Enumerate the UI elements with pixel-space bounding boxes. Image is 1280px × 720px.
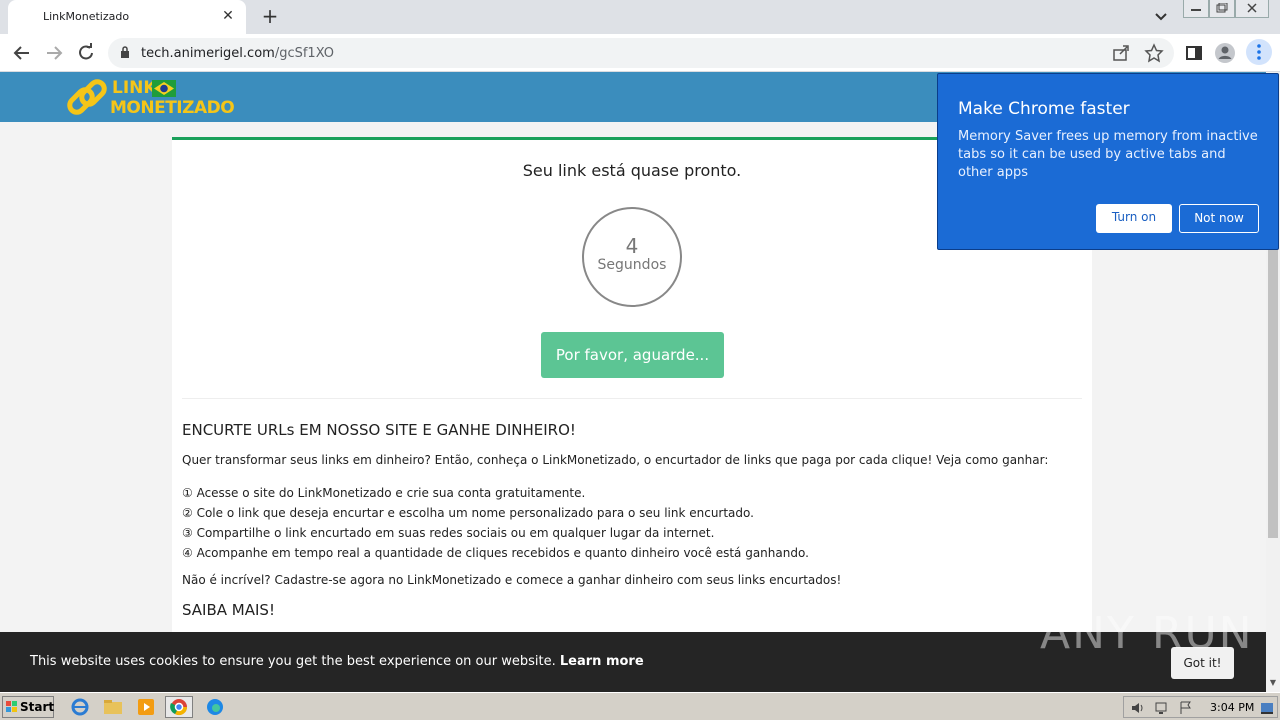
step-item: ② Cole o link que deseja encurtar e esco… <box>182 506 754 520</box>
countdown-timer: 4 Segundos <box>582 207 682 307</box>
volume-icon[interactable] <box>1130 700 1146 716</box>
system-tray: 3:04 PM <box>1123 696 1278 718</box>
start-button[interactable]: Start <box>2 696 54 718</box>
turn-on-button[interactable]: Turn on <box>1096 204 1172 233</box>
taskbar-clock[interactable]: 3:04 PM <box>1210 701 1254 714</box>
network-icon[interactable] <box>1154 700 1170 716</box>
forward-arrow-icon[interactable] <box>42 41 66 65</box>
tab-title: LinkMonetizado <box>43 10 130 23</box>
show-desktop-icon[interactable] <box>1260 701 1274 715</box>
browser-tab[interactable]: LinkMonetizado ✕ <box>8 0 246 34</box>
logo-text-monetizado: MONETIZADO <box>110 98 235 118</box>
side-panel-icon[interactable] <box>1183 42 1205 64</box>
windows-logo-icon <box>6 701 17 712</box>
url-text: tech.animerigel.com/gcSf1XO <box>141 46 334 61</box>
bubble-body: Memory Saver frees up memory from inacti… <box>958 129 1258 180</box>
action-center-flag-icon[interactable] <box>1178 700 1194 716</box>
outro-paragraph: Não é incrível? Cadastre-se agora no Lin… <box>182 573 842 587</box>
bookmark-star-icon[interactable] <box>1143 42 1165 64</box>
divider <box>182 398 1082 399</box>
cookie-message: This website uses cookies to ensure you … <box>30 654 644 669</box>
steps-list: ① Acesse o site do LinkMonetizado e crie… <box>182 483 809 563</box>
back-arrow-icon[interactable] <box>10 41 34 65</box>
cookie-text: This website uses cookies to ensure you … <box>30 654 556 669</box>
new-tab-button[interactable]: + <box>258 5 282 29</box>
countdown-label: Segundos <box>597 257 667 273</box>
close-window-icon[interactable] <box>1235 0 1269 18</box>
chrome-menu-icon[interactable] <box>1246 39 1272 65</box>
profile-avatar-icon[interactable] <box>1214 42 1236 64</box>
minimize-window-icon[interactable] <box>1183 0 1209 18</box>
lock-icon[interactable] <box>120 46 130 59</box>
earn-heading: ENCURTE URLs EM NOSSO SITE E GANHE DINHE… <box>182 421 576 439</box>
chrome-taskbar-icon[interactable] <box>165 696 193 718</box>
intro-paragraph: Quer transformar seus links em dinheiro?… <box>182 453 1049 467</box>
windows-taskbar: Start 3:04 PM <box>0 692 1280 720</box>
memory-saver-bubble: Make Chrome faster Memory Saver frees up… <box>937 73 1279 250</box>
cookie-learn-more-link[interactable]: Learn more <box>560 654 644 669</box>
step-item: ③ Compartilhe o link encurtado em suas r… <box>182 526 715 540</box>
site-logo[interactable]: LINK MONETIZADO <box>64 74 235 122</box>
share-icon[interactable] <box>1110 42 1132 64</box>
tab-strip: LinkMonetizado ✕ + <box>0 0 1280 34</box>
step-item: ④ Acompanhe em tempo real a quantidade d… <box>182 546 809 560</box>
file-explorer-icon[interactable] <box>101 696 125 718</box>
scroll-down-arrow-icon[interactable]: ▼ <box>1266 676 1280 690</box>
edge-icon[interactable] <box>203 696 227 718</box>
restore-window-icon[interactable] <box>1209 0 1235 18</box>
tab-search-chevron-icon[interactable] <box>1151 8 1171 26</box>
chain-link-icon <box>67 79 107 115</box>
brazil-flag-icon <box>152 80 176 97</box>
url-host: tech.animerigel.com <box>141 46 275 61</box>
step-item: ① Acesse o site do LinkMonetizado e crie… <box>182 486 586 500</box>
not-now-button[interactable]: Not now <box>1179 204 1259 233</box>
address-bar[interactable]: tech.animerigel.com/gcSf1XO <box>108 38 1174 68</box>
please-wait-button[interactable]: Por favor, aguarde... <box>541 332 724 378</box>
bubble-title: Make Chrome faster <box>958 99 1130 119</box>
logo-text-link: LINK <box>112 78 157 98</box>
countdown-value: 4 <box>625 234 639 258</box>
internet-explorer-icon[interactable] <box>68 696 92 718</box>
reload-icon[interactable] <box>74 41 98 65</box>
url-path: /gcSf1XO <box>274 46 334 61</box>
media-player-icon[interactable] <box>134 696 158 718</box>
start-label: Start <box>20 700 55 714</box>
browser-toolbar: tech.animerigel.com/gcSf1XO <box>0 34 1280 72</box>
close-tab-icon[interactable]: ✕ <box>218 6 238 26</box>
learn-more-heading: SAIBA MAIS! <box>182 601 275 619</box>
anyrun-watermark: ANY RUN <box>1040 608 1254 659</box>
